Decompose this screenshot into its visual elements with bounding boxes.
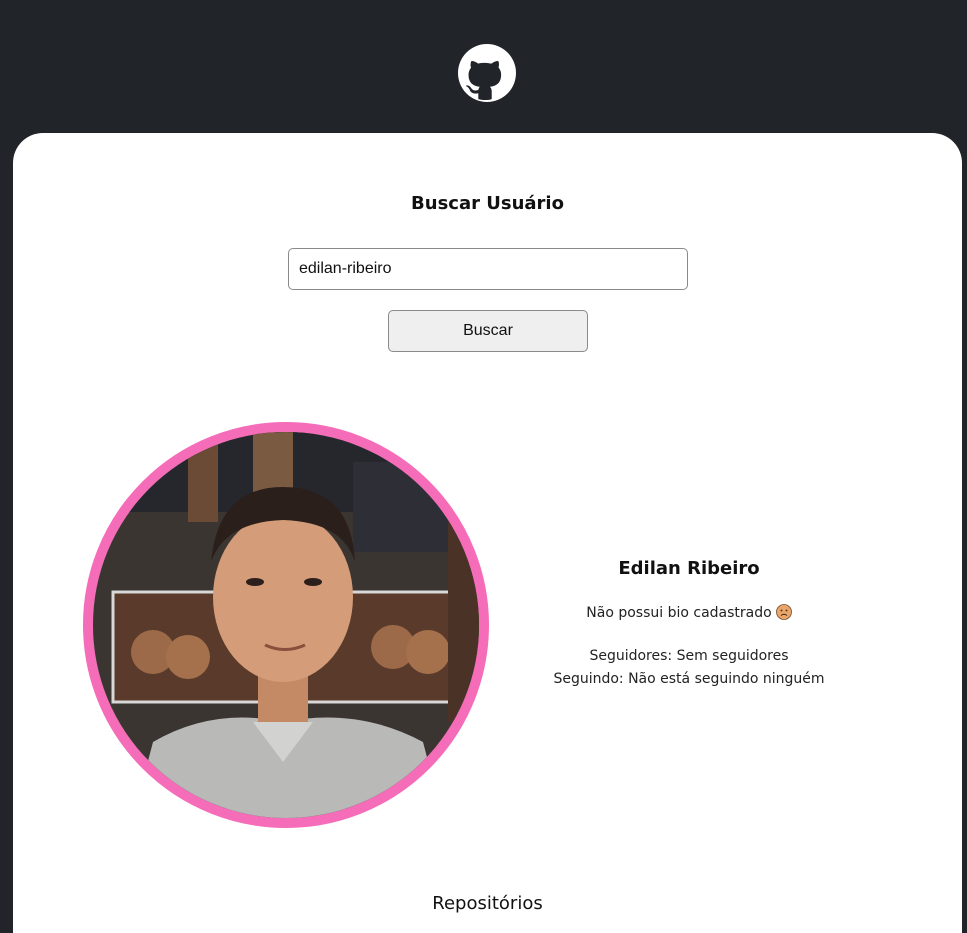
repositories-title: Repositórios (432, 893, 543, 914)
search-title: Buscar Usuário (411, 193, 564, 214)
profile-bio: Não possui bio cadastrado (489, 604, 889, 621)
followers-count: Seguidores: Sem seguidores (589, 648, 789, 664)
search-button[interactable]: Buscar (388, 310, 588, 352)
profile-bio-text: Não possui bio cadastrado (586, 605, 772, 621)
main-card: Buscar Usuário Buscar Edilan Ribeir (13, 133, 962, 933)
profile-name: Edilan Ribeiro (618, 558, 760, 579)
following-count: Seguindo: Não está seguindo ninguém (553, 671, 825, 687)
username-search-input[interactable] (288, 248, 688, 290)
profile-photo (93, 432, 479, 818)
sad-face-emoji-icon (775, 604, 792, 620)
avatar (83, 422, 489, 828)
top-bar (0, 0, 967, 133)
github-icon[interactable] (458, 44, 516, 102)
